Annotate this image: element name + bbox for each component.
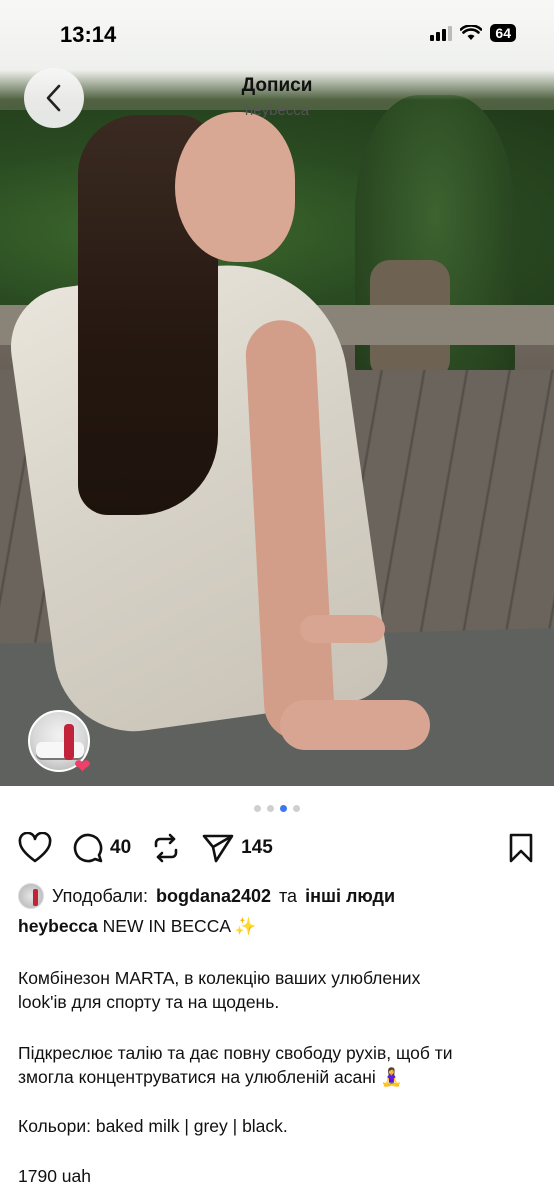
status-time: 13:14: [60, 22, 117, 47]
caption-username[interactable]: heybecca: [18, 916, 98, 936]
comment-button[interactable]: 40: [72, 832, 131, 864]
photo-figure-hand: [300, 615, 385, 643]
caption-line: Комбінезон MARTA, в колекцію ваших улюбл…: [18, 968, 421, 988]
cellular-signal-icon: [430, 25, 453, 41]
page-title: Дописи: [241, 75, 313, 96]
liker-username[interactable]: bogdana2402: [156, 886, 271, 907]
caption-colors: Кольори: baked milk | grey | black.: [18, 1116, 288, 1136]
avatar-person: [64, 724, 74, 760]
page-subtitle[interactable]: heybecca: [0, 102, 554, 119]
caption-line: look'ів для спорту та на щодень.: [18, 992, 280, 1012]
caption-price: 1790 uah: [18, 1166, 91, 1186]
heart-icon: ❤: [74, 756, 91, 778]
like-button[interactable]: [18, 832, 52, 864]
comment-count: 40: [110, 837, 132, 858]
carousel-dot-active: [280, 805, 287, 812]
share-count: 145: [241, 837, 273, 858]
likes-summary[interactable]: Уподобали: bogdana2402 та інші люди: [18, 883, 395, 909]
likes-joiner: та: [279, 885, 298, 906]
carousel-indicator: [0, 805, 554, 812]
caption-line: Підкреслює талію та дає повну свободу ру…: [18, 1043, 453, 1063]
carousel-dot: [293, 805, 300, 812]
wifi-icon: [460, 25, 483, 40]
post-actions: 40 145: [18, 828, 538, 868]
bookmark-icon: [509, 833, 533, 863]
photo-figure-hand: [280, 700, 430, 750]
carousel-dot: [254, 805, 261, 812]
share-button[interactable]: 145: [201, 832, 273, 864]
caption-line: змогла концентруватися на улюбленій асан…: [18, 1067, 403, 1087]
photo-figure-face: [175, 112, 295, 262]
caption-paragraph-1: Комбінезон MARTA, в колекцію ваших улюбл…: [18, 966, 538, 1014]
carousel-dot: [267, 805, 274, 812]
caption-paragraph-2: Підкреслює талію та дає повну свободу ру…: [18, 1041, 538, 1089]
status-icons: 64: [430, 24, 516, 42]
liker-avatar: [18, 883, 44, 909]
likes-prefix: Уподобали:: [52, 885, 148, 906]
caption-headline: NEW IN BECCA ✨: [102, 916, 257, 936]
likes-others[interactable]: інші люди: [305, 886, 395, 907]
send-icon: [202, 834, 234, 863]
battery-level: 64: [490, 24, 516, 42]
repost-icon: [154, 833, 178, 863]
save-button[interactable]: [508, 832, 534, 869]
repost-button[interactable]: [151, 832, 181, 864]
comment-icon: [73, 833, 103, 863]
post-caption: heybecca NEW IN BECCA ✨: [18, 914, 538, 938]
heart-outline-icon: [18, 832, 52, 863]
